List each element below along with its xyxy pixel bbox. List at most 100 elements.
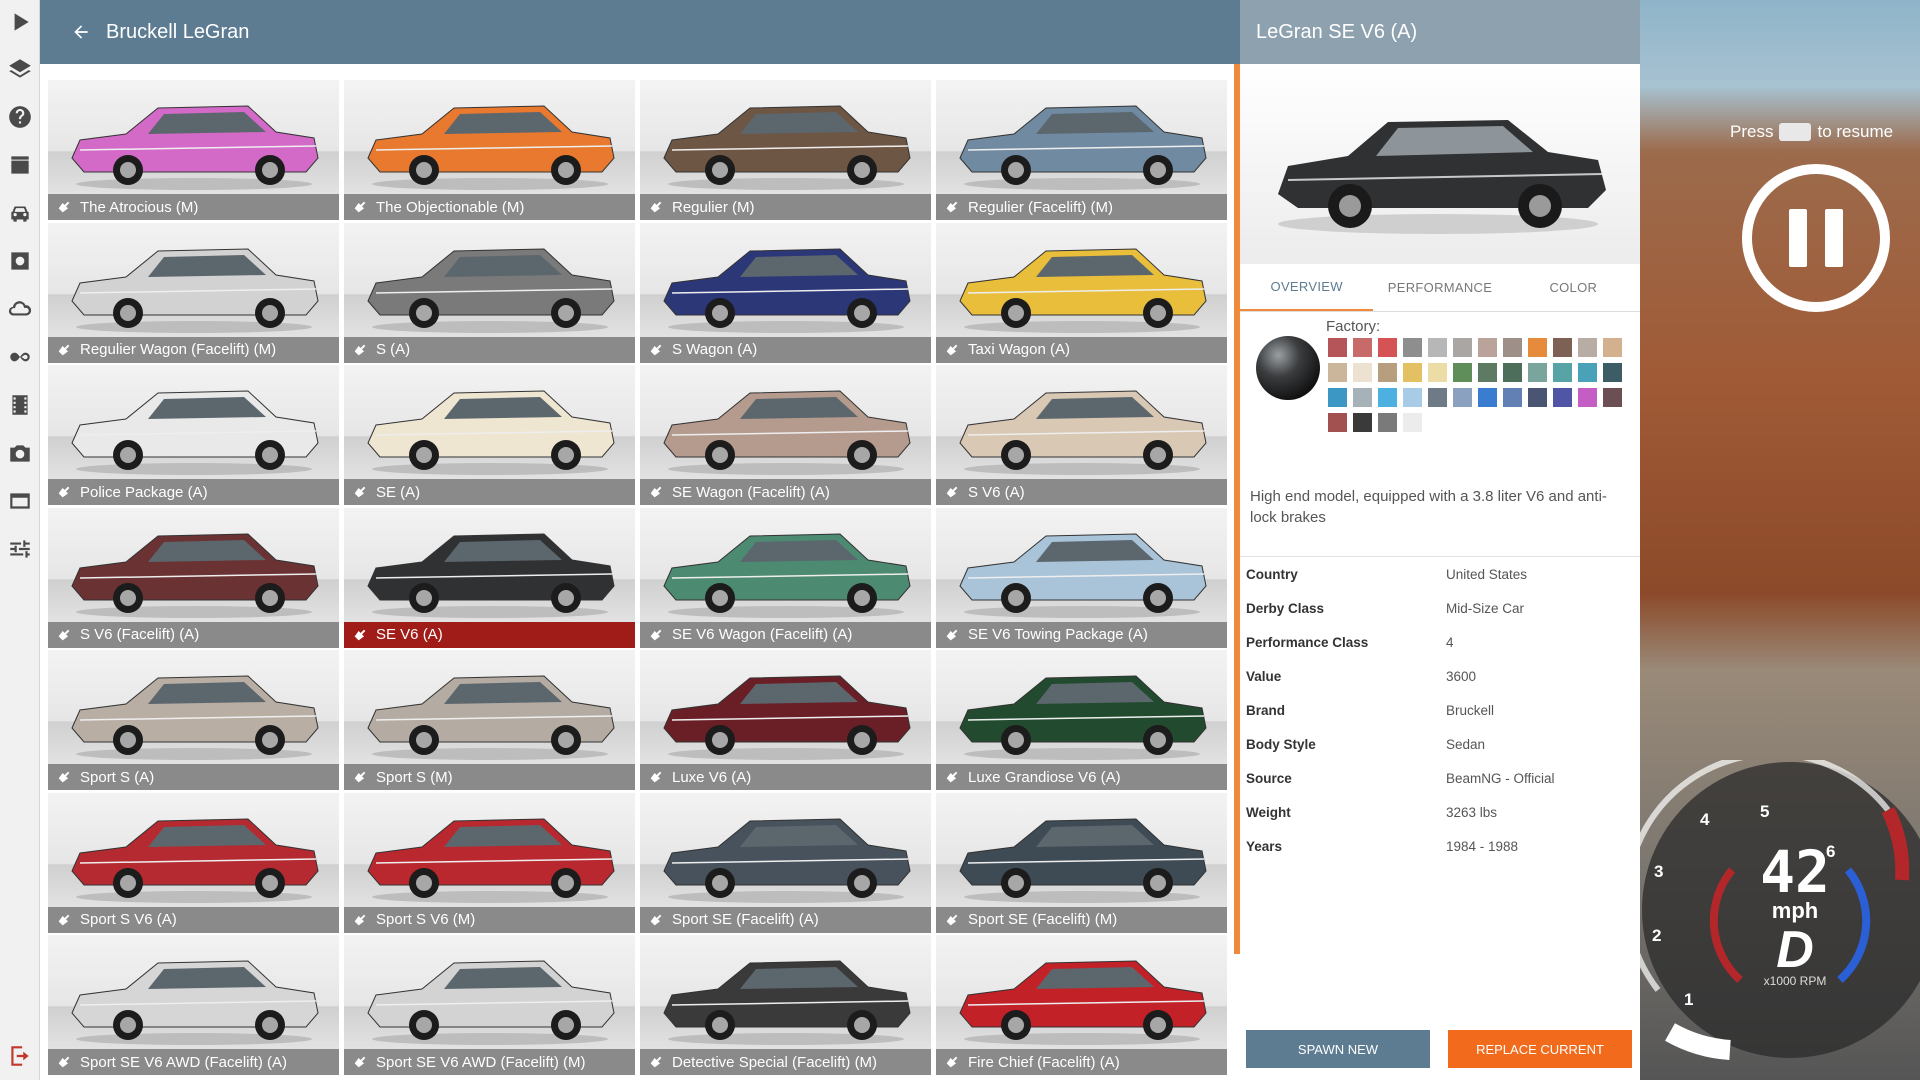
infinity-icon[interactable] (4, 341, 36, 373)
paint-swatch[interactable] (1553, 363, 1572, 382)
vehicle-tile[interactable]: Regulier Wagon (Facelift) (M) (48, 222, 339, 363)
vehicle-tile[interactable]: SE V6 Wagon (Facelift) (A) (640, 507, 931, 648)
spawn-new-button[interactable]: SPAWN NEW (1246, 1030, 1430, 1068)
paint-swatch[interactable] (1603, 338, 1622, 357)
paint-swatch[interactable] (1378, 338, 1397, 357)
vehicle-tile[interactable]: S V6 (A) (936, 365, 1227, 505)
keyboard-key-icon (1779, 123, 1812, 141)
help-icon[interactable] (4, 101, 36, 133)
paint-swatch[interactable] (1578, 388, 1597, 407)
vehicle-tile[interactable]: Sport S V6 (M) (344, 792, 635, 933)
vehicle-tile-label: Regulier Wagon (Facelift) (M) (48, 336, 339, 363)
vehicle-tile[interactable]: S (A) (344, 222, 635, 363)
vehicle-tile[interactable]: Sport SE (Facelift) (A) (640, 792, 931, 933)
vehicle-name: Regulier (Facelift) (M) (968, 198, 1114, 216)
camera-icon[interactable] (4, 437, 36, 469)
pause-icon[interactable] (1742, 164, 1890, 312)
paint-swatch[interactable] (1378, 388, 1397, 407)
paint-swatch[interactable] (1353, 388, 1372, 407)
action-buttons: SPAWN NEW REPLACE CURRENT (1246, 1030, 1632, 1068)
vehicle-tile[interactable]: SE Wagon (Facelift) (A) (640, 365, 931, 505)
vehicle-tile[interactable]: Police Package (A) (48, 365, 339, 505)
tab-overview[interactable]: OVERVIEW (1240, 264, 1374, 311)
steering-mod-icon (58, 771, 70, 783)
paint-swatch[interactable] (1528, 388, 1547, 407)
vehicle-tile[interactable]: SE (A) (344, 365, 635, 505)
vehicle-tile[interactable]: Detective Special (Facelift) (M) (640, 935, 931, 1075)
paint-swatch[interactable] (1428, 338, 1447, 357)
paint-swatch[interactable] (1553, 388, 1572, 407)
paint-swatch[interactable] (1478, 363, 1497, 382)
vehicle-tile[interactable]: Sport SE (Facelift) (M) (936, 792, 1227, 933)
vehicle-thumbnail (344, 650, 635, 764)
steering-mod-icon (58, 201, 70, 213)
cloud-icon[interactable] (4, 293, 36, 325)
paint-swatch[interactable] (1328, 363, 1347, 382)
vehicle-tile[interactable]: Sport S V6 (A) (48, 792, 339, 933)
paint-swatch[interactable] (1428, 388, 1447, 407)
paint-swatch[interactable] (1453, 388, 1472, 407)
paint-swatch[interactable] (1403, 363, 1422, 382)
paint-swatch[interactable] (1553, 338, 1572, 357)
vehicle-tile[interactable]: S V6 (Facelift) (A) (48, 507, 339, 648)
vehicle-tile[interactable]: SE V6 Towing Package (A) (936, 507, 1227, 648)
paint-swatch[interactable] (1503, 338, 1522, 357)
exit-icon[interactable] (4, 1040, 36, 1072)
paint-swatch[interactable] (1328, 388, 1347, 407)
film-icon[interactable] (4, 389, 36, 421)
paint-swatch[interactable] (1353, 363, 1372, 382)
vehicle-tile[interactable]: The Objectionable (M) (344, 80, 635, 220)
vehicle-tile[interactable]: Regulier (M) (640, 80, 931, 220)
paint-swatch[interactable] (1428, 363, 1447, 382)
vehicle-tile[interactable]: S Wagon (A) (640, 222, 931, 363)
paint-swatch[interactable] (1578, 363, 1597, 382)
spec-key: Country (1246, 566, 1298, 582)
vehicle-tile[interactable]: Taxi Wagon (A) (936, 222, 1227, 363)
tab-color[interactable]: COLOR (1507, 264, 1640, 311)
paint-swatch[interactable] (1378, 413, 1397, 432)
layers-icon[interactable] (4, 53, 36, 85)
paint-swatch[interactable] (1378, 363, 1397, 382)
paint-swatch[interactable] (1578, 338, 1597, 357)
paint-swatch[interactable] (1403, 338, 1422, 357)
tab-performance[interactable]: PERFORMANCE (1373, 264, 1506, 311)
vehicle-tile[interactable]: Sport SE V6 AWD (Facelift) (A) (48, 935, 339, 1075)
vehicle-thumbnail (48, 650, 339, 764)
gear-icon[interactable] (4, 245, 36, 277)
clapper-icon[interactable] (4, 149, 36, 181)
paint-swatch[interactable] (1453, 338, 1472, 357)
vehicle-tile[interactable]: SE V6 (A) (344, 507, 635, 648)
paint-swatch[interactable] (1603, 388, 1622, 407)
paint-swatch[interactable] (1453, 363, 1472, 382)
paint-swatch[interactable] (1403, 413, 1422, 432)
vehicle-tile-label: SE Wagon (Facelift) (A) (640, 479, 931, 505)
vehicle-tile[interactable]: Luxe Grandiose V6 (A) (936, 650, 1227, 790)
replace-current-button[interactable]: REPLACE CURRENT (1448, 1030, 1632, 1068)
back-arrow-icon[interactable] (64, 15, 98, 49)
paint-swatch[interactable] (1528, 363, 1547, 382)
paint-swatch[interactable] (1603, 363, 1622, 382)
paint-swatch[interactable] (1328, 338, 1347, 357)
play-icon[interactable] (4, 6, 36, 38)
vehicle-tile[interactable]: Luxe V6 (A) (640, 650, 931, 790)
paint-swatch[interactable] (1528, 338, 1547, 357)
paint-swatch[interactable] (1503, 363, 1522, 382)
paint-swatch[interactable] (1328, 413, 1347, 432)
vehicle-tile[interactable]: Regulier (Facelift) (M) (936, 80, 1227, 220)
vehicle-tile[interactable]: Sport SE V6 AWD (Facelift) (M) (344, 935, 635, 1075)
paint-swatch[interactable] (1353, 413, 1372, 432)
paint-swatch[interactable] (1403, 388, 1422, 407)
paint-swatch[interactable] (1503, 388, 1522, 407)
vehicle-tile[interactable]: Fire Chief (Facelift) (A) (936, 935, 1227, 1075)
paint-swatch[interactable] (1478, 388, 1497, 407)
sliders-icon[interactable] (4, 533, 36, 565)
layout-icon[interactable] (4, 485, 36, 517)
spec-key: Value (1246, 668, 1282, 684)
paint-swatch[interactable] (1478, 338, 1497, 357)
vehicle-tile[interactable]: Sport S (A) (48, 650, 339, 790)
car-icon[interactable] (4, 197, 36, 229)
vehicle-tile[interactable]: Sport S (M) (344, 650, 635, 790)
paint-swatch[interactable] (1353, 338, 1372, 357)
spec-key: Weight (1246, 804, 1291, 820)
vehicle-tile[interactable]: The Atrocious (M) (48, 80, 339, 220)
